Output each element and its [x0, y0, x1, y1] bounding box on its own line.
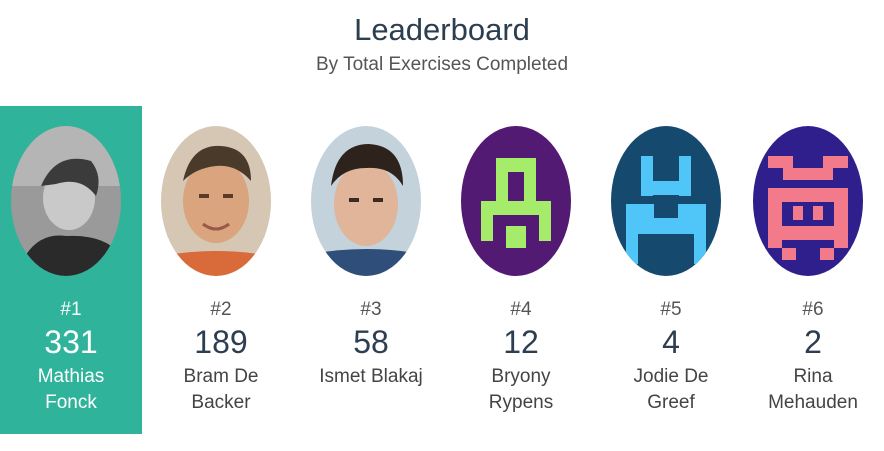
leaderboard: #1 331 Mathias Fonck #2 189 Bram De Back… [0, 106, 884, 434]
exercise-count: 331 [44, 324, 98, 360]
avatar[interactable] [11, 126, 121, 276]
user-name[interactable]: Rina Mehauden [742, 364, 884, 416]
user-name[interactable]: Jodie De Greef [600, 364, 742, 416]
user-name[interactable]: Ismet Blakaj [300, 364, 442, 390]
rank-label: #6 [802, 299, 824, 320]
user-name-line: Rina [793, 366, 833, 387]
user-photo-icon [161, 126, 271, 276]
leader-card-1[interactable]: #1 331 Mathias Fonck [0, 106, 142, 434]
exercise-count: 12 [503, 324, 539, 360]
identicon-icon [461, 126, 571, 276]
identicon-icon [611, 126, 721, 276]
user-name-line: Bryony [491, 366, 551, 387]
user-name-line: Mathias [37, 366, 105, 387]
user-name-line: Jodie De [633, 366, 709, 387]
page-subtitle: By Total Exercises Completed [315, 54, 569, 75]
leader-card-4[interactable]: #4 12 Bryony Rypens [450, 106, 592, 434]
leader-card-2[interactable]: #2 189 Bram De Backer [150, 106, 292, 434]
rank-label: #2 [210, 299, 232, 320]
leader-card-3[interactable]: #3 58 Ismet Blakaj [300, 106, 442, 434]
user-name-line: Backer [191, 392, 251, 413]
exercise-count: 189 [194, 324, 248, 360]
exercise-count: 2 [804, 324, 822, 360]
user-name-line: Mehauden [768, 392, 858, 413]
exercise-count: 58 [353, 324, 389, 360]
user-name[interactable]: Bram De Backer [150, 364, 292, 416]
rank-label: #4 [510, 299, 532, 320]
user-photo-icon [311, 126, 421, 276]
user-name-line: Ismet Blakaj [319, 366, 423, 387]
rank-label: #5 [660, 299, 682, 320]
rank-label: #3 [360, 299, 382, 320]
leader-card-5[interactable]: #5 4 Jodie De Greef [600, 106, 742, 434]
user-name[interactable]: Bryony Rypens [450, 364, 592, 416]
user-name[interactable]: Mathias Fonck [0, 364, 142, 416]
avatar[interactable] [161, 126, 271, 276]
avatar[interactable] [461, 126, 571, 276]
avatar[interactable] [611, 126, 721, 276]
page-title: Leaderboard [354, 12, 530, 47]
user-name-line: Greef [647, 392, 695, 413]
avatar[interactable] [753, 126, 863, 276]
user-name-line: Bram De [183, 366, 259, 387]
leader-card-6[interactable]: #6 2 Rina Mehauden [742, 106, 884, 434]
identicon-icon [753, 126, 863, 276]
rank-label: #1 [60, 299, 82, 320]
user-name-line: Rypens [488, 392, 554, 413]
avatar[interactable] [311, 126, 421, 276]
user-name-line: Fonck [45, 392, 97, 413]
exercise-count: 4 [662, 324, 680, 360]
user-photo-icon [11, 126, 121, 276]
